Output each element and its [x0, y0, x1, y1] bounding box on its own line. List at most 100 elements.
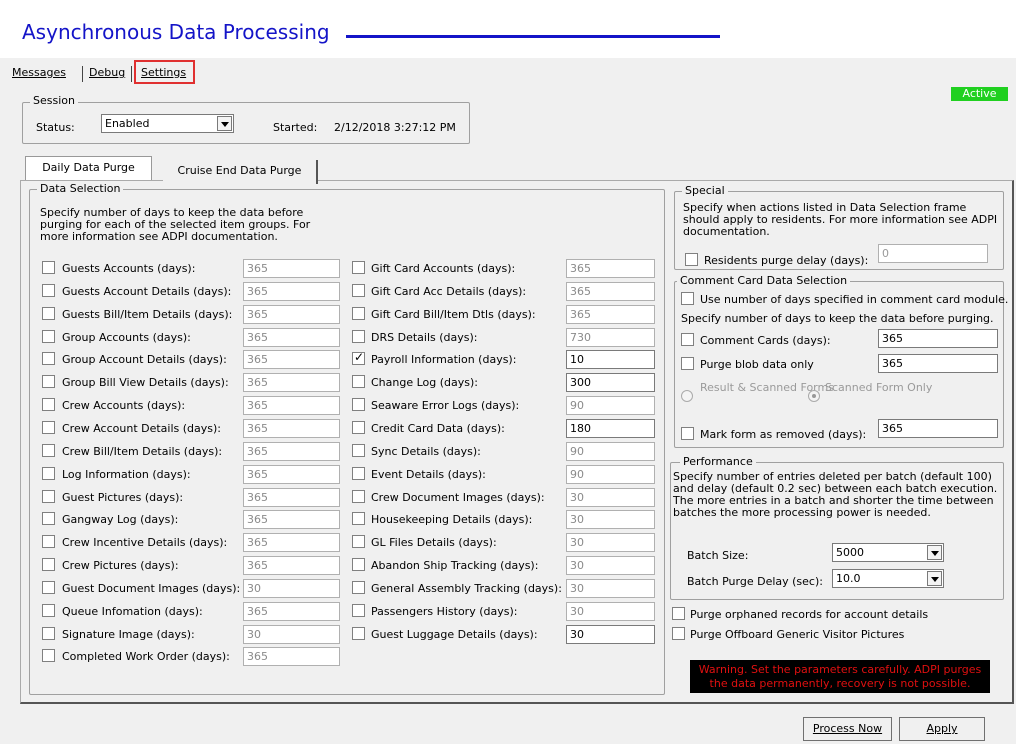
- purge-blob-label: Purge blob data only: [700, 358, 814, 371]
- use-comment-days-checkbox[interactable]: [681, 292, 694, 305]
- col2-item-input-4[interactable]: 10: [566, 350, 655, 370]
- col2-item-input-3[interactable]: 730: [566, 327, 655, 347]
- col1-item-checkbox-12[interactable]: [42, 535, 55, 549]
- col1-item-checkbox-0[interactable]: [42, 261, 55, 274]
- col2-item-input-14[interactable]: 30: [566, 578, 655, 598]
- performance-description: Specify number of entries deleted per ba…: [673, 470, 998, 519]
- col2-item-input-15[interactable]: 30: [566, 601, 655, 621]
- col1-item-input-1[interactable]: 365: [243, 281, 340, 301]
- col1-item-checkbox-5[interactable]: [42, 375, 55, 389]
- col2-item-input-6[interactable]: 90: [566, 396, 655, 416]
- col2-item-input-1[interactable]: 365: [566, 281, 655, 301]
- col1-item-label-17: Completed Work Order (days):: [62, 650, 230, 664]
- col2-item-checkbox-2[interactable]: [352, 306, 365, 320]
- col1-item-checkbox-8[interactable]: [42, 443, 55, 457]
- purge-offboard-checkbox[interactable]: [672, 627, 685, 640]
- col2-item-checkbox-12[interactable]: [352, 535, 365, 549]
- col2-item-checkbox-13[interactable]: [352, 558, 365, 572]
- batch-size-dropdown[interactable]: 5000: [832, 543, 944, 562]
- col1-item-input-5[interactable]: 365: [243, 373, 340, 393]
- col1-item-input-7[interactable]: 365: [243, 418, 340, 438]
- col1-item-input-14[interactable]: 30: [243, 578, 340, 598]
- mark-removed-checkbox[interactable]: [681, 427, 694, 440]
- col2-item-checkbox-5[interactable]: [352, 375, 365, 389]
- col1-item-checkbox-15[interactable]: [42, 603, 55, 617]
- purge-blob-input[interactable]: 365: [878, 354, 998, 373]
- col2-item-input-8[interactable]: 90: [566, 441, 655, 461]
- col1-item-checkbox-13[interactable]: [42, 558, 55, 572]
- col1-item-checkbox-1[interactable]: [42, 283, 55, 297]
- col2-item-input-13[interactable]: 30: [566, 556, 655, 576]
- col2-item-input-0[interactable]: 365: [566, 259, 655, 278]
- col1-item-input-6[interactable]: 365: [243, 396, 340, 416]
- scanned-only-radio[interactable]: [808, 390, 820, 402]
- col1-item-input-9[interactable]: 365: [243, 464, 340, 484]
- col1-item-checkbox-16[interactable]: [42, 626, 55, 640]
- col2-item-input-7[interactable]: 180: [566, 418, 655, 438]
- batch-delay-dropdown[interactable]: 10.0: [832, 569, 944, 588]
- col2-item-input-10[interactable]: 30: [566, 487, 655, 507]
- col1-item-input-12[interactable]: 365: [243, 533, 340, 553]
- col2-item-checkbox-9[interactable]: [352, 466, 365, 480]
- col1-item-checkbox-17[interactable]: [42, 649, 55, 663]
- mark-removed-input[interactable]: 365: [878, 419, 998, 438]
- col1-item-checkbox-3[interactable]: [42, 329, 55, 343]
- tab-daily-data-purge[interactable]: Daily Data Purge: [25, 156, 152, 180]
- col2-item-checkbox-14[interactable]: [352, 580, 365, 594]
- use-comment-days-label: Use number of days specified in comment …: [700, 293, 1009, 306]
- col2-item-input-11[interactable]: 30: [566, 510, 655, 530]
- menu-debug[interactable]: Debug: [89, 66, 125, 79]
- col2-item-checkbox-16[interactable]: [352, 626, 365, 640]
- menu-messages[interactable]: Messages: [12, 66, 66, 79]
- col2-item-checkbox-10[interactable]: [352, 489, 365, 503]
- scanned-only-label: Scanned Form Only: [825, 381, 933, 394]
- col1-item-input-11[interactable]: 365: [243, 510, 340, 530]
- col1-item-input-16[interactable]: 30: [243, 624, 340, 644]
- col2-item-checkbox-15[interactable]: [352, 603, 365, 617]
- col1-item-checkbox-2[interactable]: [42, 306, 55, 320]
- col1-item-input-10[interactable]: 365: [243, 487, 340, 507]
- col2-item-checkbox-8[interactable]: [352, 443, 365, 457]
- col2-item-checkbox-0[interactable]: [352, 261, 365, 274]
- col1-item-input-13[interactable]: 365: [243, 556, 340, 576]
- col2-item-input-16[interactable]: 30: [566, 624, 655, 644]
- col2-item-input-2[interactable]: 365: [566, 304, 655, 324]
- col1-item-checkbox-7[interactable]: [42, 420, 55, 434]
- col2-item-input-5[interactable]: 300: [566, 373, 655, 393]
- col1-item-input-2[interactable]: 365: [243, 304, 340, 324]
- col1-item-checkbox-9[interactable]: [42, 466, 55, 480]
- col1-item-label-2: Guests Bill/Item Details (days):: [62, 307, 233, 321]
- result-scanned-radio[interactable]: [681, 390, 693, 402]
- process-now-button[interactable]: Process Now: [803, 717, 892, 741]
- col2-item-checkbox-11[interactable]: [352, 512, 365, 526]
- tab-cruise-end-data-purge[interactable]: Cruise End Data Purge: [163, 160, 318, 184]
- comment-cards-label: Comment Cards (days):: [700, 334, 831, 347]
- residents-purge-checkbox[interactable]: [685, 253, 698, 266]
- chevron-down-icon: [927, 571, 942, 586]
- col2-item-checkbox-6[interactable]: [352, 398, 365, 412]
- col1-item-checkbox-6[interactable]: [42, 398, 55, 412]
- col2-item-checkbox-1[interactable]: [352, 283, 365, 297]
- col2-item-checkbox-3[interactable]: [352, 329, 365, 343]
- purge-orphaned-checkbox[interactable]: [672, 607, 685, 620]
- col1-item-input-15[interactable]: 365: [243, 601, 340, 621]
- col1-item-checkbox-14[interactable]: [42, 580, 55, 594]
- purge-blob-checkbox[interactable]: [681, 357, 694, 370]
- col1-item-input-0[interactable]: 365: [243, 259, 340, 278]
- comment-cards-input[interactable]: 365: [878, 329, 998, 348]
- col2-item-input-12[interactable]: 30: [566, 533, 655, 553]
- col1-item-input-17[interactable]: 365: [243, 647, 340, 667]
- status-dropdown[interactable]: Enabled: [101, 114, 234, 133]
- col1-item-checkbox-11[interactable]: [42, 512, 55, 526]
- col1-item-checkbox-4[interactable]: [42, 352, 55, 366]
- col2-item-checkbox-4[interactable]: [352, 350, 365, 366]
- col1-item-checkbox-10[interactable]: [42, 489, 55, 503]
- apply-button[interactable]: Apply: [899, 717, 985, 741]
- col2-item-checkbox-7[interactable]: [352, 420, 365, 434]
- comment-cards-checkbox[interactable]: [681, 333, 694, 346]
- col1-item-input-4[interactable]: 365: [243, 350, 340, 370]
- col2-item-input-9[interactable]: 90: [566, 464, 655, 484]
- col1-item-input-3[interactable]: 365: [243, 327, 340, 347]
- residents-purge-input[interactable]: 0: [878, 244, 988, 263]
- col1-item-input-8[interactable]: 365: [243, 441, 340, 461]
